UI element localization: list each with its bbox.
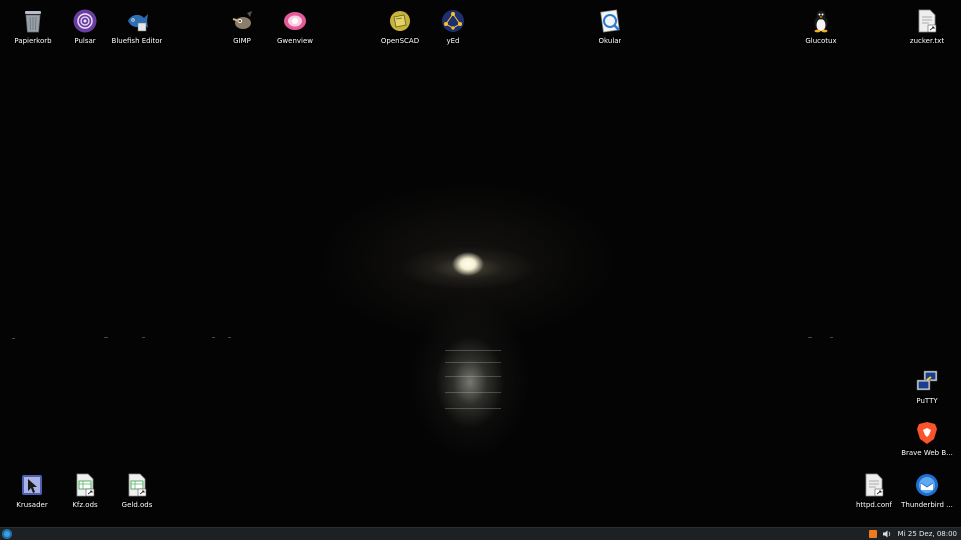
thunderbird-icon bbox=[914, 472, 940, 498]
icon-label: zucker.txt bbox=[909, 37, 945, 45]
horizon-glint bbox=[142, 337, 145, 338]
icon-label: Papierkorb bbox=[14, 37, 52, 45]
pulsar-icon bbox=[72, 8, 98, 34]
krusader-icon bbox=[19, 472, 45, 498]
horizon-glint bbox=[808, 337, 812, 338]
yed-icon bbox=[440, 8, 466, 34]
speaker-icon[interactable] bbox=[882, 530, 892, 538]
horizon-glint bbox=[104, 337, 108, 338]
gwenview-icon bbox=[282, 8, 308, 34]
icon-label: Krusader bbox=[16, 501, 48, 509]
moon-reflection bbox=[445, 376, 501, 377]
okular-icon bbox=[597, 8, 623, 34]
icon-label: Thunderbird ... bbox=[901, 501, 953, 509]
icon-label: GIMP bbox=[233, 37, 251, 45]
icon-label: yEd bbox=[446, 37, 460, 45]
desktop-icon-yed[interactable]: yEd bbox=[421, 8, 485, 46]
moon-reflection bbox=[445, 408, 501, 409]
icon-label: Gwenview bbox=[276, 37, 313, 45]
taskbar: Mi 25 Dez, 08:00 bbox=[0, 527, 961, 540]
icon-label: Okular bbox=[598, 37, 622, 45]
text-file-icon bbox=[914, 8, 940, 34]
gimp-icon bbox=[229, 8, 255, 34]
desktop-icon-gwenview[interactable]: Gwenview bbox=[263, 8, 327, 46]
icon-label: PuTTY bbox=[916, 397, 938, 405]
desktop[interactable]: Papierkorb Pulsar Bluefish Editor GIMP G… bbox=[0, 0, 961, 527]
icon-label: OpenSCAD bbox=[380, 37, 420, 45]
bluefish-icon bbox=[124, 8, 150, 34]
desktop-icon-geld-ods[interactable]: Geld.ods bbox=[105, 472, 169, 510]
icon-label: Bluefish Editor bbox=[111, 37, 163, 45]
system-tray: Mi 25 Dez, 08:00 bbox=[868, 528, 957, 540]
icon-label: Pulsar bbox=[74, 37, 96, 45]
config-file-icon bbox=[861, 472, 887, 498]
icon-label: Brave Web B... bbox=[901, 449, 953, 457]
trash-icon bbox=[20, 8, 46, 34]
icon-label: Glucotux bbox=[805, 37, 837, 45]
icon-label: Kfz.ods bbox=[72, 501, 98, 509]
spreadsheet-file-icon bbox=[72, 472, 98, 498]
moon-reflection bbox=[445, 350, 501, 351]
horizon-glint bbox=[12, 338, 15, 339]
desktop-icon-okular[interactable]: Okular bbox=[578, 8, 642, 46]
desktop-icon-putty[interactable]: PuTTY bbox=[895, 368, 959, 406]
spreadsheet-file-icon bbox=[124, 472, 150, 498]
rss-icon[interactable] bbox=[868, 530, 877, 538]
moon-reflection bbox=[445, 392, 501, 393]
tux-icon bbox=[808, 8, 834, 34]
brave-icon bbox=[914, 420, 940, 446]
horizon-glint bbox=[228, 337, 231, 338]
icon-label: httpd.conf bbox=[855, 501, 893, 509]
desktop-icon-zucker-txt[interactable]: zucker.txt bbox=[895, 8, 959, 46]
putty-icon bbox=[914, 368, 940, 394]
horizon-glint bbox=[830, 337, 833, 338]
start-menu-button[interactable] bbox=[2, 529, 12, 539]
icon-label: Geld.ods bbox=[121, 501, 153, 509]
horizon-glint bbox=[212, 337, 215, 338]
desktop-icon-glucotux[interactable]: Glucotux bbox=[789, 8, 853, 46]
desktop-icon-thunderbird[interactable]: Thunderbird ... bbox=[895, 472, 959, 510]
moon-reflection bbox=[445, 362, 501, 363]
desktop-icon-bluefish[interactable]: Bluefish Editor bbox=[105, 8, 169, 46]
desktop-icon-brave[interactable]: Brave Web B... bbox=[895, 420, 959, 458]
openscad-icon bbox=[387, 8, 413, 34]
clock[interactable]: Mi 25 Dez, 08:00 bbox=[898, 530, 957, 538]
